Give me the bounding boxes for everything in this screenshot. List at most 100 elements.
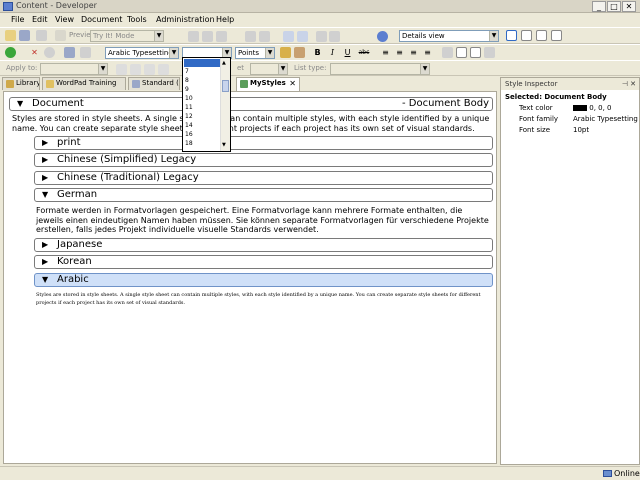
pin-icon[interactable]: ⊣ xyxy=(622,78,628,90)
menu-help[interactable]: Help xyxy=(216,15,234,24)
tab-mystyles[interactable]: MyStyles ✕ xyxy=(236,77,300,91)
delete-icon[interactable]: ✕ xyxy=(29,47,40,58)
save-icon[interactable] xyxy=(19,30,30,41)
section-chinese-traditional[interactable]: ▶ Chinese (Traditional) Legacy xyxy=(34,171,493,185)
redo-icon[interactable] xyxy=(297,31,308,42)
arabic-paragraph[interactable]: Styles are stored in style sheets. A sin… xyxy=(36,291,491,307)
cut-icon[interactable] xyxy=(188,31,199,42)
apply-to-select[interactable]: ▼ xyxy=(40,63,108,75)
section-print[interactable]: ▶ print xyxy=(34,136,493,150)
set-select[interactable]: ▼ xyxy=(250,63,288,75)
minimize-button[interactable]: _ xyxy=(592,1,606,12)
italic-button[interactable]: I xyxy=(327,47,338,58)
preview-icon[interactable] xyxy=(55,30,66,41)
menu-administration[interactable]: Administration xyxy=(156,15,215,24)
style-icon[interactable] xyxy=(64,47,75,58)
german-paragraph[interactable]: Formate werden in Formatvorlagen gespeic… xyxy=(36,206,491,235)
menu-view[interactable]: View xyxy=(55,15,74,24)
strikethrough-button[interactable]: abc xyxy=(357,47,371,58)
layout-split-icon[interactable] xyxy=(521,30,532,41)
color-swatch xyxy=(573,105,587,111)
tab-standard[interactable]: Standard (R xyxy=(128,77,180,90)
section-title: Chinese (Traditional) Legacy xyxy=(57,172,199,183)
block-icon[interactable] xyxy=(44,47,55,58)
bullet-list-icon[interactable] xyxy=(116,64,127,75)
chevron-down-icon: ▼ xyxy=(278,64,287,74)
font-family-label: Font family xyxy=(519,115,559,123)
copy-icon[interactable] xyxy=(202,31,213,42)
menu-document[interactable]: Document xyxy=(81,15,122,24)
view-select[interactable]: Details view ▼ xyxy=(399,30,499,42)
font-size-dropdown[interactable]: 7 8 9 10 11 12 14 16 18 ▲ ▼ xyxy=(182,57,231,152)
list-type-select[interactable]: ▼ xyxy=(330,63,430,75)
section-german[interactable]: ▼ German xyxy=(34,188,493,202)
collapse-icon[interactable] xyxy=(329,31,340,42)
menu-tools[interactable]: Tools xyxy=(127,15,147,24)
size-option[interactable]: 8 xyxy=(185,77,189,85)
tab-label: WordPad Training xyxy=(56,79,117,87)
expand-icon[interactable] xyxy=(316,31,327,42)
layout-split-vertical-icon[interactable] xyxy=(536,30,547,41)
section-document[interactable]: ▼ Document - Document Body xyxy=(9,97,493,111)
size-option[interactable]: 14 xyxy=(185,122,193,130)
outdent-icon[interactable] xyxy=(144,64,155,75)
style-copy-icon[interactable] xyxy=(80,47,91,58)
numbered-list-icon[interactable] xyxy=(130,64,141,75)
box-icon[interactable] xyxy=(470,47,481,58)
dropdown-scrollbar[interactable]: ▲ ▼ xyxy=(220,58,230,151)
size-option[interactable]: 9 xyxy=(185,86,189,94)
align-left-icon[interactable]: ≡ xyxy=(380,47,391,58)
tab-wordpad-training[interactable]: WordPad Training xyxy=(42,77,126,90)
mode-value: Try It! Mode xyxy=(93,32,135,40)
table-icon[interactable] xyxy=(259,31,270,42)
layout-single-icon[interactable] xyxy=(506,30,517,41)
image-icon[interactable] xyxy=(245,31,256,42)
menu-edit[interactable]: Edit xyxy=(32,15,48,24)
align-justify-icon[interactable]: ≡ xyxy=(422,47,433,58)
section-japanese[interactable]: ▶ Japanese xyxy=(34,238,493,252)
size-option[interactable]: 7 xyxy=(185,68,189,76)
paint-icon[interactable] xyxy=(280,47,291,58)
close-button[interactable]: ✕ xyxy=(622,1,636,12)
chevron-down-icon: ▼ xyxy=(42,190,49,199)
size-option[interactable]: 16 xyxy=(185,131,193,139)
maximize-button[interactable]: □ xyxy=(607,1,621,12)
network-icon xyxy=(603,470,612,477)
section-arabic[interactable]: ▼ Arabic xyxy=(34,273,493,287)
size-unit-select[interactable]: Points ▼ xyxy=(235,47,275,59)
section-chinese-simplified[interactable]: ▶ Chinese (Simplified) Legacy xyxy=(34,153,493,167)
size-option[interactable]: 10 xyxy=(185,95,193,103)
border-icon[interactable] xyxy=(456,47,467,58)
align-right-icon[interactable]: ≡ xyxy=(408,47,419,58)
undo-icon[interactable] xyxy=(283,31,294,42)
fill-icon[interactable] xyxy=(294,47,305,58)
text-color-label: Text color xyxy=(519,104,553,112)
size-option[interactable]: 18 xyxy=(185,140,193,148)
dropdown-selection xyxy=(184,59,220,67)
size-option[interactable]: 12 xyxy=(185,113,193,121)
add-icon[interactable] xyxy=(5,47,16,58)
print-icon[interactable] xyxy=(36,30,47,41)
size-option[interactable]: 11 xyxy=(185,104,193,112)
intro-paragraph[interactable]: Styles are stored in style sheets. A sin… xyxy=(12,114,492,133)
close-icon[interactable]: ✕ xyxy=(630,78,636,90)
underline-button[interactable]: U xyxy=(342,47,353,58)
menu-file[interactable]: File xyxy=(11,15,24,24)
close-tab-icon[interactable]: ✕ xyxy=(289,78,296,89)
paste-icon[interactable] xyxy=(216,31,227,42)
bold-button[interactable]: B xyxy=(312,47,323,58)
folder-icon[interactable] xyxy=(5,30,16,41)
tab-library[interactable]: Library xyxy=(2,77,40,90)
indent-list-icon[interactable] xyxy=(158,64,169,75)
more-icon[interactable] xyxy=(484,47,495,58)
scroll-down-icon[interactable]: ▼ xyxy=(222,142,226,148)
font-family-select[interactable]: Arabic Typesetting ▼ xyxy=(105,47,179,59)
scroll-thumb[interactable] xyxy=(222,80,229,92)
mode-select[interactable]: Try It! Mode ▼ xyxy=(90,30,164,42)
help-icon[interactable] xyxy=(377,31,388,42)
layout-grid-icon[interactable] xyxy=(551,30,562,41)
align-center-icon[interactable]: ≡ xyxy=(394,47,405,58)
indent-icon[interactable] xyxy=(442,47,453,58)
section-korean[interactable]: ▶ Korean xyxy=(34,255,493,269)
scroll-up-icon[interactable]: ▲ xyxy=(222,60,226,66)
